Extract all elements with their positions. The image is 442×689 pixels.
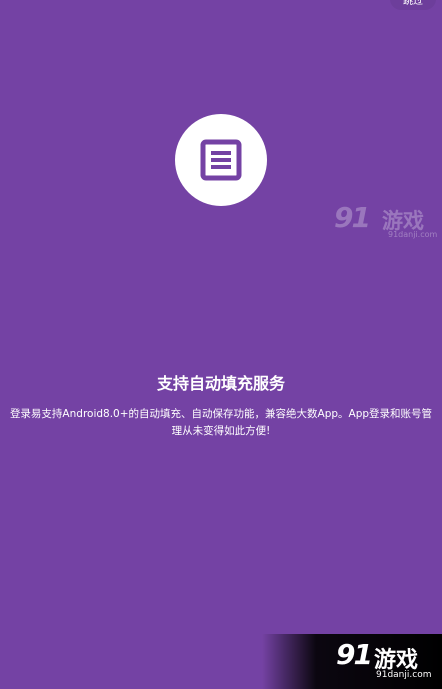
feature-title: 支持自动填充服务 xyxy=(156,374,285,393)
watermark-logo: 91 游戏 91danji.com xyxy=(334,201,438,243)
skip-button[interactable]: 跳过 xyxy=(390,0,436,10)
corner-watermark-mark: 91 xyxy=(336,638,373,671)
corner-watermark-domain: 91danji.com xyxy=(376,670,432,680)
watermark-domain: 91danji.com xyxy=(388,230,438,239)
document-list-icon xyxy=(200,139,242,181)
feature-description: 登录易支持Android8.0+的自动填充、自动保存功能，兼容绝大数App。Ap… xyxy=(9,408,433,437)
corner-watermark: 91 游戏 91danji.com xyxy=(262,634,442,689)
feature-icon-circle xyxy=(175,114,267,206)
watermark-logo-mark: 91 xyxy=(334,201,371,234)
